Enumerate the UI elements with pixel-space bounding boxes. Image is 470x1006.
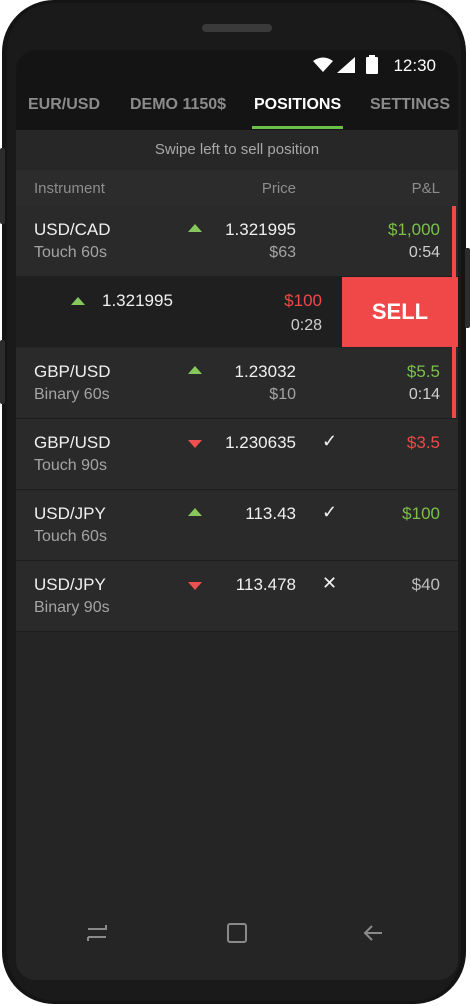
position-price: 113.43	[245, 504, 296, 523]
status-bar: 12:30	[16, 50, 458, 80]
instrument-name: GBP/USD	[34, 433, 111, 452]
status-time: 12:30	[393, 56, 436, 75]
back-icon[interactable]	[362, 922, 384, 944]
up-arrow-icon	[71, 297, 85, 305]
column-price: Price	[261, 180, 296, 197]
active-tab-indicator	[252, 126, 343, 129]
cross-icon: ✕	[322, 573, 338, 593]
speaker-grille	[202, 24, 272, 32]
position-row[interactable]: GBP/USD Touch 90s 1.230635 ✓ $3.5	[16, 419, 458, 490]
up-arrow-icon	[188, 224, 202, 232]
instrument-name: USD/JPY	[34, 504, 106, 523]
bixby-button	[0, 340, 5, 404]
battery-icon	[366, 55, 378, 74]
option-type: Touch 90s	[34, 457, 107, 474]
option-type: Touch 60s	[34, 244, 107, 261]
position-price: 1.321995	[102, 291, 173, 310]
position-price: 1.23032	[234, 362, 296, 381]
swiped-position-row[interactable]: 1.321995 $100 0:28 SELL	[16, 277, 458, 347]
position-time: 0:28	[290, 317, 322, 334]
home-icon[interactable]	[226, 922, 248, 944]
position-price: 1.321995	[225, 220, 296, 239]
power-button	[465, 248, 470, 328]
position-pnl: $3.5	[406, 433, 440, 452]
position-time: 0:14	[408, 386, 440, 403]
up-arrow-icon	[188, 508, 202, 516]
system-nav-bar	[16, 905, 458, 980]
column-header: Instrument Price P&L	[16, 170, 458, 206]
instrument-name: GBP/USD	[34, 362, 111, 381]
position-pnl: $5.5	[406, 362, 440, 381]
position-pnl: $100	[402, 504, 440, 523]
option-type: Touch 60s	[34, 528, 107, 545]
wifi-icon	[313, 57, 333, 72]
position-stake: $10	[269, 386, 296, 403]
instrument-name: USD/JPY	[34, 575, 106, 594]
position-pnl: $40	[411, 575, 440, 594]
tab-positions[interactable]: POSITIONS	[254, 96, 341, 114]
instrument-name: USD/CAD	[34, 220, 111, 239]
column-instrument: Instrument	[34, 180, 105, 197]
sell-button[interactable]: SELL	[342, 277, 458, 347]
checkmark-icon: ✓	[322, 431, 338, 451]
position-pnl: $1,000	[388, 220, 440, 239]
tab-settings[interactable]: SETTINGS	[370, 96, 450, 114]
signal-icon	[337, 57, 355, 73]
open-positions-indicator	[452, 206, 456, 418]
position-row[interactable]: GBP/USD Binary 60s 1.23032 $10 $5.5 0:14	[16, 348, 458, 419]
position-pnl: $100	[284, 291, 322, 310]
position-price: 113.478	[235, 575, 296, 594]
position-price: 1.230635	[225, 433, 296, 452]
column-pnl: P&L	[411, 180, 440, 197]
recent-apps-icon[interactable]	[86, 923, 108, 943]
position-time: 0:54	[408, 244, 440, 261]
swipe-hint: Swipe left to sell position	[16, 130, 458, 170]
position-stake: $63	[269, 244, 296, 261]
tab-bar: EUR/USD DEMO 1150$ POSITIONS SETTINGS	[16, 80, 458, 130]
checkmark-icon: ✓	[322, 502, 338, 522]
option-type: Binary 90s	[34, 599, 110, 616]
down-arrow-icon	[188, 582, 202, 590]
option-type: Binary 60s	[34, 386, 110, 403]
volume-button	[0, 148, 5, 224]
position-row[interactable]: USD/CAD Touch 60s 1.321995 $63 $1,000 0:…	[16, 206, 458, 277]
tab-demo-account[interactable]: DEMO 1150$	[130, 96, 226, 114]
position-row[interactable]: USD/JPY Binary 90s 113.478 ✕ $40	[16, 561, 458, 632]
tab-eur-usd[interactable]: EUR/USD	[28, 96, 100, 114]
down-arrow-icon	[188, 440, 202, 448]
app-screen: 12:30 EUR/USD DEMO 1150$ POSITIONS SETTI…	[16, 50, 458, 980]
up-arrow-icon	[188, 366, 202, 374]
position-row[interactable]: USD/JPY Touch 60s 113.43 ✓ $100	[16, 490, 458, 561]
